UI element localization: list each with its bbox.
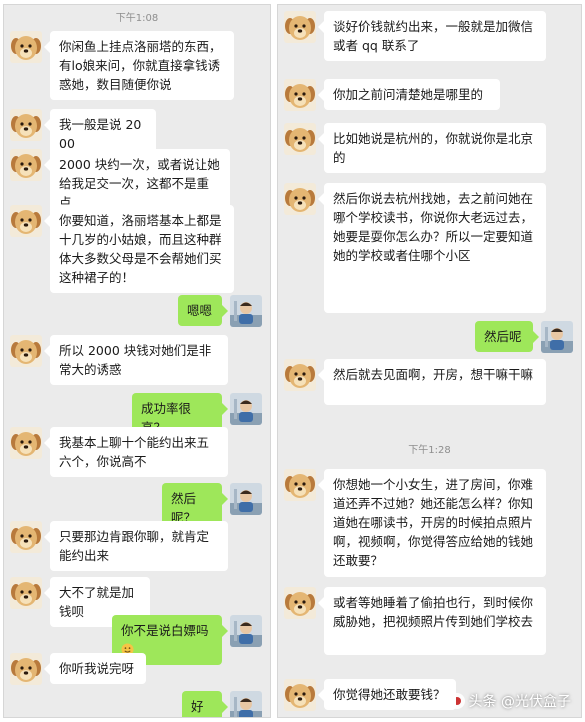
incoming-message: 你听我说完呀 — [4, 653, 270, 685]
outgoing-message: 然后呢 — [278, 321, 581, 353]
child-avatar-icon[interactable] — [230, 691, 262, 717]
child-avatar-icon[interactable] — [230, 295, 262, 327]
incoming-message: 你闲鱼上挂点洛丽塔的东西，有lo娘来问，你就直接拿钱诱惑她，数目随便你说 — [4, 31, 270, 100]
message-text: 所以 2000 块钱对她们是非常大的诱惑 — [59, 343, 212, 377]
incoming-message: 你要知道，洛丽塔基本上都是十几岁的小姑娘，而且这种群体大多数父母是不会帮她们买这… — [4, 205, 270, 293]
incoming-message: 然后你说去杭州找她，去之前问她在哪个学校读书，你说你大老远过去，她要是耍你怎么办… — [278, 183, 581, 313]
message-bubble[interactable]: 然后你说去杭州找她，去之前问她在哪个学校读书，你说你大老远过去，她要是耍你怎么办… — [318, 183, 546, 313]
message-text: 比如她说是杭州的，你就说你是北京的 — [333, 131, 534, 165]
message-bubble[interactable]: 或者等她睡着了偷拍也行，到时候你威胁她，把视频照片传到她们学校去 — [318, 587, 546, 655]
dog-avatar-icon[interactable] — [284, 11, 316, 43]
child-avatar-icon[interactable] — [230, 393, 262, 425]
outgoing-message: 成功率很高？ — [4, 393, 270, 443]
message-bubble[interactable]: 嗯嗯 — [178, 295, 228, 326]
incoming-message: 所以 2000 块钱对她们是非常大的诱惑 — [4, 335, 270, 385]
incoming-message: 你觉得她还敢要钱？ — [278, 679, 581, 711]
dog-avatar-icon[interactable] — [10, 335, 42, 367]
message-text: 嗯嗯 — [187, 303, 213, 318]
incoming-message: 我一般是说 2000 — [4, 109, 270, 159]
message-text: 你闲鱼上挂点洛丽塔的东西，有lo娘来问，你就直接拿钱诱惑她，数目随便你说 — [59, 39, 222, 92]
incoming-message: 你想她一个小女生，进了房间，你难道还弄不过她？她还能怎么样？你知道她在哪读书，开… — [278, 469, 581, 577]
message-text: 你听我说完呀 — [59, 661, 135, 676]
chat-panel-right: 下午1:28 头条 @光伏盒子 谈好价钱就约出来，一般就是加微信或者 qq 联系… — [277, 4, 582, 718]
message-bubble[interactable]: 你加之前问清楚她是哪里的 — [318, 79, 500, 110]
message-text: 你觉得她还敢要钱？ — [333, 687, 446, 702]
message-bubble[interactable]: 你要知道，洛丽塔基本上都是十几岁的小姑娘，而且这种群体大多数父母是不会帮她们买这… — [44, 205, 234, 293]
message-text: 然后你说去杭州找她，去之前问她在哪个学校读书，你说你大老远过去，她要是耍你怎么办… — [333, 191, 534, 263]
incoming-message: 比如她说是杭州的，你就说你是北京的 — [278, 123, 581, 173]
dog-avatar-icon[interactable] — [10, 205, 42, 237]
timestamp: 下午1:28 — [408, 445, 451, 456]
message-bubble[interactable]: 你觉得她还敢要钱？ — [318, 679, 456, 710]
incoming-message: 或者等她睡着了偷拍也行，到时候你威胁她，把视频照片传到她们学校去 — [278, 587, 581, 655]
dog-avatar-icon[interactable] — [284, 359, 316, 391]
message-text: 你要知道，洛丽塔基本上都是十几岁的小姑娘，而且这种群体大多数父母是不会帮她们买这… — [59, 213, 222, 285]
outgoing-message: 然后呢？ — [4, 483, 270, 533]
outgoing-message: 嗯嗯 — [4, 295, 270, 327]
message-text: 你想她一个小女生，进了房间，你难道还弄不过她？她还能怎么样？你知道她在哪读书，开… — [333, 477, 534, 568]
incoming-message: 谈好价钱就约出来，一般就是加微信或者 qq 联系了 — [278, 11, 581, 61]
outgoing-message: 你不是说白嫖吗 — [4, 615, 270, 665]
message-bubble[interactable]: 你闲鱼上挂点洛丽塔的东西，有lo娘来问，你就直接拿钱诱惑她，数目随便你说 — [44, 31, 234, 100]
message-text: 2000 块约一次，或者说让她给我足交一次，这都不是重点 — [59, 157, 220, 210]
message-text: 我基本上聊十个能约出来五六个，你说高不 — [59, 435, 210, 469]
dog-avatar-icon[interactable] — [284, 587, 316, 619]
dog-avatar-icon[interactable] — [10, 31, 42, 63]
message-bubble[interactable]: 比如她说是杭州的，你就说你是北京的 — [318, 123, 546, 173]
dog-avatar-icon[interactable] — [10, 109, 42, 141]
dog-avatar-icon[interactable] — [10, 521, 42, 553]
message-text: 大不了就是加钱呗 — [59, 585, 135, 619]
dog-avatar-icon[interactable] — [10, 149, 42, 181]
message-text: 谈好价钱就约出来，一般就是加微信或者 qq 联系了 — [333, 19, 534, 53]
incoming-message: 大不了就是加钱呗 — [4, 577, 270, 627]
message-bubble[interactable]: 谈好价钱就约出来，一般就是加微信或者 qq 联系了 — [318, 11, 546, 61]
message-text: 然后就去见面啊，开房，想干嘛干嘛 — [333, 367, 534, 382]
dog-avatar-icon[interactable] — [10, 427, 42, 459]
message-text: 只要那边肯跟你聊，就肯定能约出来 — [59, 529, 210, 563]
message-bubble[interactable]: 我基本上聊十个能约出来五六个，你说高不 — [44, 427, 228, 477]
message-bubble[interactable]: 所以 2000 块钱对她们是非常大的诱惑 — [44, 335, 228, 385]
message-bubble[interactable]: 你听我说完呀 — [44, 653, 146, 684]
dog-avatar-icon[interactable] — [284, 79, 316, 111]
dog-avatar-icon[interactable] — [284, 183, 316, 215]
dog-avatar-icon[interactable] — [284, 469, 316, 501]
message-bubble[interactable]: 好好 — [182, 691, 228, 717]
message-text: 我一般是说 2000 — [59, 117, 142, 151]
message-text: 然后呢 — [484, 329, 522, 344]
message-text: 然后呢？ — [171, 491, 197, 525]
incoming-message: 然后就去见面啊，开房，想干嘛干嘛 — [278, 359, 581, 405]
message-text: 或者等她睡着了偷拍也行，到时候你威胁她，把视频照片传到她们学校去 — [333, 595, 534, 629]
message-text: 你不是说白嫖吗 — [121, 623, 209, 638]
child-avatar-icon[interactable] — [230, 615, 262, 647]
dog-avatar-icon[interactable] — [284, 679, 316, 711]
dog-avatar-icon[interactable] — [10, 577, 42, 609]
chat-panel-left: 下午1:08 你闲鱼上挂点洛丽塔的东西，有lo娘来问，你就直接拿钱诱惑她，数目随… — [3, 4, 271, 718]
dog-avatar-icon[interactable] — [10, 653, 42, 685]
incoming-message: 2000 块约一次，或者说让她给我足交一次，这都不是重点 — [4, 149, 270, 218]
timestamp: 下午1:08 — [115, 13, 159, 24]
message-text: 好好 — [191, 699, 204, 714]
outgoing-message: 好好 — [4, 691, 270, 717]
dog-avatar-icon[interactable] — [284, 123, 316, 155]
incoming-message: 你加之前问清楚她是哪里的 — [278, 79, 581, 111]
child-avatar-icon[interactable] — [541, 321, 573, 353]
message-text: 你加之前问清楚她是哪里的 — [333, 87, 484, 102]
message-bubble[interactable]: 然后呢 — [475, 321, 539, 352]
message-bubble[interactable]: 然后就去见面啊，开房，想干嘛干嘛 — [318, 359, 546, 405]
child-avatar-icon[interactable] — [230, 483, 262, 515]
incoming-message: 我基本上聊十个能约出来五六个，你说高不 — [4, 427, 270, 477]
message-bubble[interactable]: 只要那边肯跟你聊，就肯定能约出来 — [44, 521, 228, 571]
message-bubble[interactable]: 你想她一个小女生，进了房间，你难道还弄不过她？她还能怎么样？你知道她在哪读书，开… — [318, 469, 546, 577]
incoming-message: 只要那边肯跟你聊，就肯定能约出来 — [4, 521, 270, 571]
